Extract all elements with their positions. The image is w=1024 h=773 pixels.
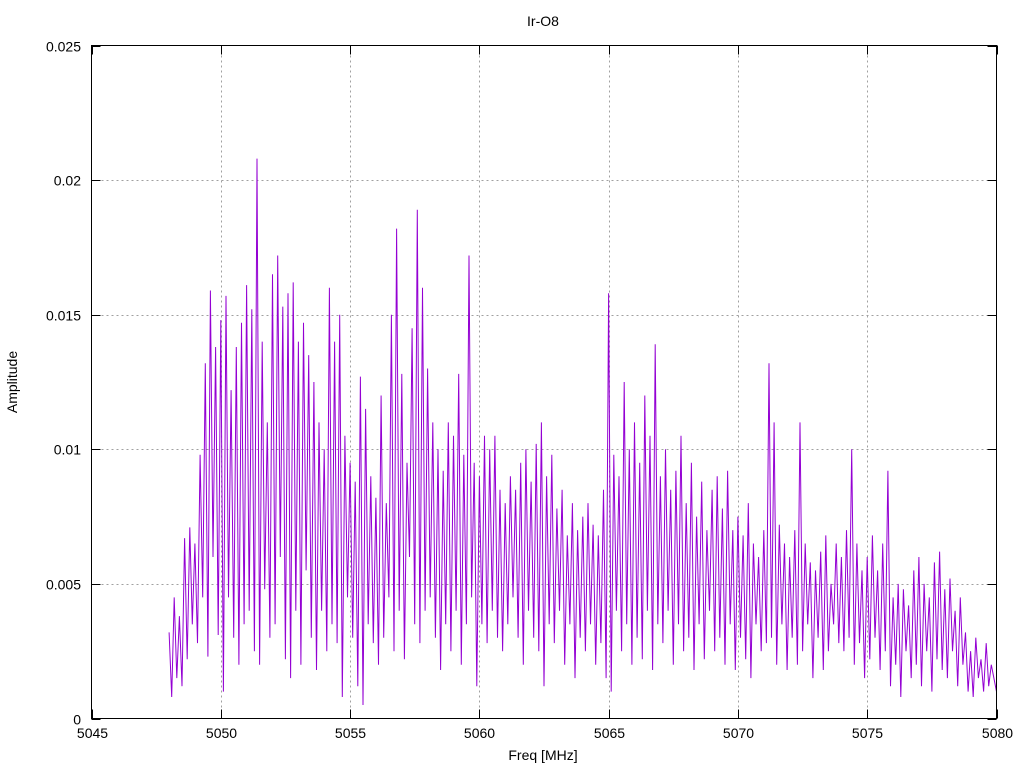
x-tick-label: 5070 <box>723 725 754 741</box>
x-tick-label: 5080 <box>982 725 1013 741</box>
y-tick-label: 0.015 <box>46 308 81 324</box>
y-tick-label: 0.005 <box>46 577 81 593</box>
chart: 5045 5050 5055 5060 5065 5070 5075 5080 0 0.005 0.… <box>4 13 1013 763</box>
x-tick-label: 5060 <box>464 725 495 741</box>
x-tick-label: 5050 <box>206 725 237 741</box>
x-tick-label: 5075 <box>852 725 883 741</box>
y-tick-label: 0.025 <box>46 39 81 55</box>
x-axis-label: Freq [MHz] <box>508 747 577 763</box>
x-tick-label: 5045 <box>77 725 108 741</box>
chart-title: Ir-O8 <box>527 13 559 29</box>
y-tick-label: 0.01 <box>54 442 81 458</box>
x-tick-label: 5055 <box>335 725 366 741</box>
ticks: 5045 5050 5055 5060 5065 5070 5075 5080 0 0.005 0.… <box>46 39 1013 742</box>
y-tick-label: 0 <box>73 712 81 728</box>
series-line-ir-o8 <box>168 158 997 706</box>
y-axis-label: Amplitude <box>4 351 20 413</box>
y-tick-label: 0.02 <box>54 173 81 189</box>
x-tick-label: 5065 <box>594 725 625 741</box>
